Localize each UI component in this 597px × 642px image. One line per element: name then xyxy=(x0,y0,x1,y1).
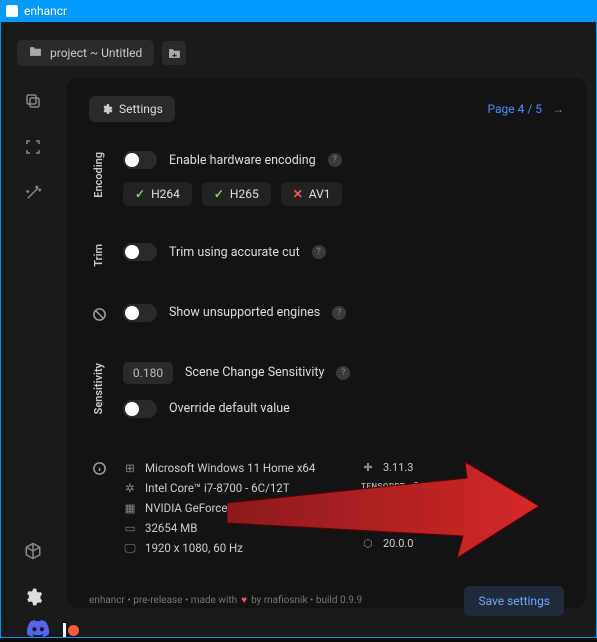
section-trim: Trim Trim using accurate cut ? xyxy=(89,234,564,273)
block-icon xyxy=(89,301,109,322)
sidebar xyxy=(11,78,55,608)
os-text: Microsoft Windows 11 Home x64 xyxy=(145,461,315,475)
settings-panel: Settings Page 4 / 5 → Encoding Enable ha… xyxy=(67,78,586,608)
toggle-accurate-cut[interactable] xyxy=(123,243,157,261)
gear-small-icon xyxy=(101,103,113,115)
fullscreen-icon[interactable] xyxy=(22,136,44,158)
sensitivity-value[interactable]: 0.180 xyxy=(123,362,173,384)
ncnn-version: 20220729 xyxy=(393,499,442,512)
section-engines: Show unsupported engines ? xyxy=(89,295,564,331)
page-nav[interactable]: Page 4 / 5 → xyxy=(487,102,564,116)
ncnn-label: NCNN xyxy=(361,501,385,510)
gear-icon[interactable] xyxy=(22,586,44,608)
app-container: project ~ Untitled xyxy=(0,22,597,638)
project-label: project ~ Untitled xyxy=(50,46,142,60)
hex-icon: ⬡ xyxy=(361,537,375,550)
add-project-button[interactable] xyxy=(162,41,186,65)
settings-header-label: Settings xyxy=(119,102,163,116)
python-version: 3.11.3 xyxy=(383,461,414,474)
window-title: enhancr xyxy=(24,4,67,18)
help-icon[interactable]: ? xyxy=(336,366,350,380)
section-encoding: Encoding Enable hardware encoding ? ✓H26… xyxy=(89,142,564,212)
window-titlebar: enhancr xyxy=(0,0,597,22)
folder-icon xyxy=(29,46,42,60)
discord-icon[interactable] xyxy=(27,618,49,642)
ram-text: 32654 MB xyxy=(145,521,197,535)
toggle-unsupported-engines[interactable] xyxy=(123,304,157,322)
footer-text: enhancr • pre-release • made with ♥ by m… xyxy=(89,595,362,606)
page-label: Page 4 / 5 xyxy=(487,102,542,116)
gpu-icon: ▦ xyxy=(123,501,137,515)
windows-icon: ⊞ xyxy=(123,461,137,475)
vapoursynth-version: v22.1.0 xyxy=(383,518,419,531)
help-icon[interactable]: ? xyxy=(312,245,326,259)
patreon-icon[interactable] xyxy=(63,623,79,637)
wand-icon[interactable] xyxy=(22,182,44,204)
cross-icon: ✕ xyxy=(293,187,303,201)
check-icon: ✓ xyxy=(214,187,224,201)
tensorrt-label: TENSORRT xyxy=(361,482,405,491)
cube-icon[interactable] xyxy=(22,540,44,562)
trim-section-label: Trim xyxy=(92,244,106,267)
accurate-cut-label: Trim using accurate cut xyxy=(169,245,300,260)
settings-header-button[interactable]: Settings xyxy=(89,96,175,122)
codec-av1[interactable]: ✕AV1 xyxy=(281,182,343,206)
display-text: 1920 x 1080, 60 Hz xyxy=(145,541,243,555)
arrow-right-icon: → xyxy=(552,102,564,116)
codec-h264[interactable]: ✓H264 xyxy=(123,182,192,206)
info-icon xyxy=(89,455,109,476)
sensitivity-section-label: Sensitivity xyxy=(92,363,106,414)
toggle-hardware-encoding[interactable] xyxy=(123,151,157,169)
copy-icon[interactable] xyxy=(22,90,44,112)
display-icon: 🖵 xyxy=(123,541,137,556)
save-settings-button[interactable]: Save settings xyxy=(464,586,564,616)
help-icon[interactable]: ? xyxy=(332,306,346,320)
gpu-text: NVIDIA GeForce RTX 3060 - 12288 MB xyxy=(145,501,341,515)
check-icon: ✓ xyxy=(135,187,145,201)
package-icon: ▣ xyxy=(361,518,375,531)
codec-h265[interactable]: ✓H265 xyxy=(202,182,271,206)
other-version: 20.0.0 xyxy=(383,537,414,550)
hardware-encoding-label: Enable hardware encoding xyxy=(169,153,316,168)
toggle-override-sensitivity[interactable] xyxy=(123,400,157,418)
ram-icon: ▭ xyxy=(123,521,137,535)
section-sensitivity: Sensitivity 0.180 Scene Change Sensitivi… xyxy=(89,353,564,427)
project-chip[interactable]: project ~ Untitled xyxy=(17,40,154,66)
puzzle-icon: ✚ xyxy=(361,461,375,474)
heart-icon: ♥ xyxy=(241,595,247,606)
sensitivity-label: Scene Change Sensitivity xyxy=(185,365,324,380)
tensorrt-version: 8.6.1 xyxy=(413,480,437,493)
cpu-text: Intel Core™ i7-8700 - 6C/12T xyxy=(145,481,290,495)
codec-row: ✓H264 ✓H265 ✕AV1 xyxy=(123,182,564,206)
help-icon[interactable]: ? xyxy=(328,153,342,167)
topbar: project ~ Untitled xyxy=(11,32,586,78)
cpu-icon: ✲ xyxy=(123,481,137,495)
app-icon xyxy=(6,5,18,17)
unsupported-engines-label: Show unsupported engines xyxy=(169,305,320,320)
section-sysinfo: ⊞ Microsoft Windows 11 Home x64 ✲ Intel Co… xyxy=(89,449,564,562)
encoding-section-label: Encoding xyxy=(92,152,106,198)
override-sensitivity-label: Override default value xyxy=(169,401,290,416)
